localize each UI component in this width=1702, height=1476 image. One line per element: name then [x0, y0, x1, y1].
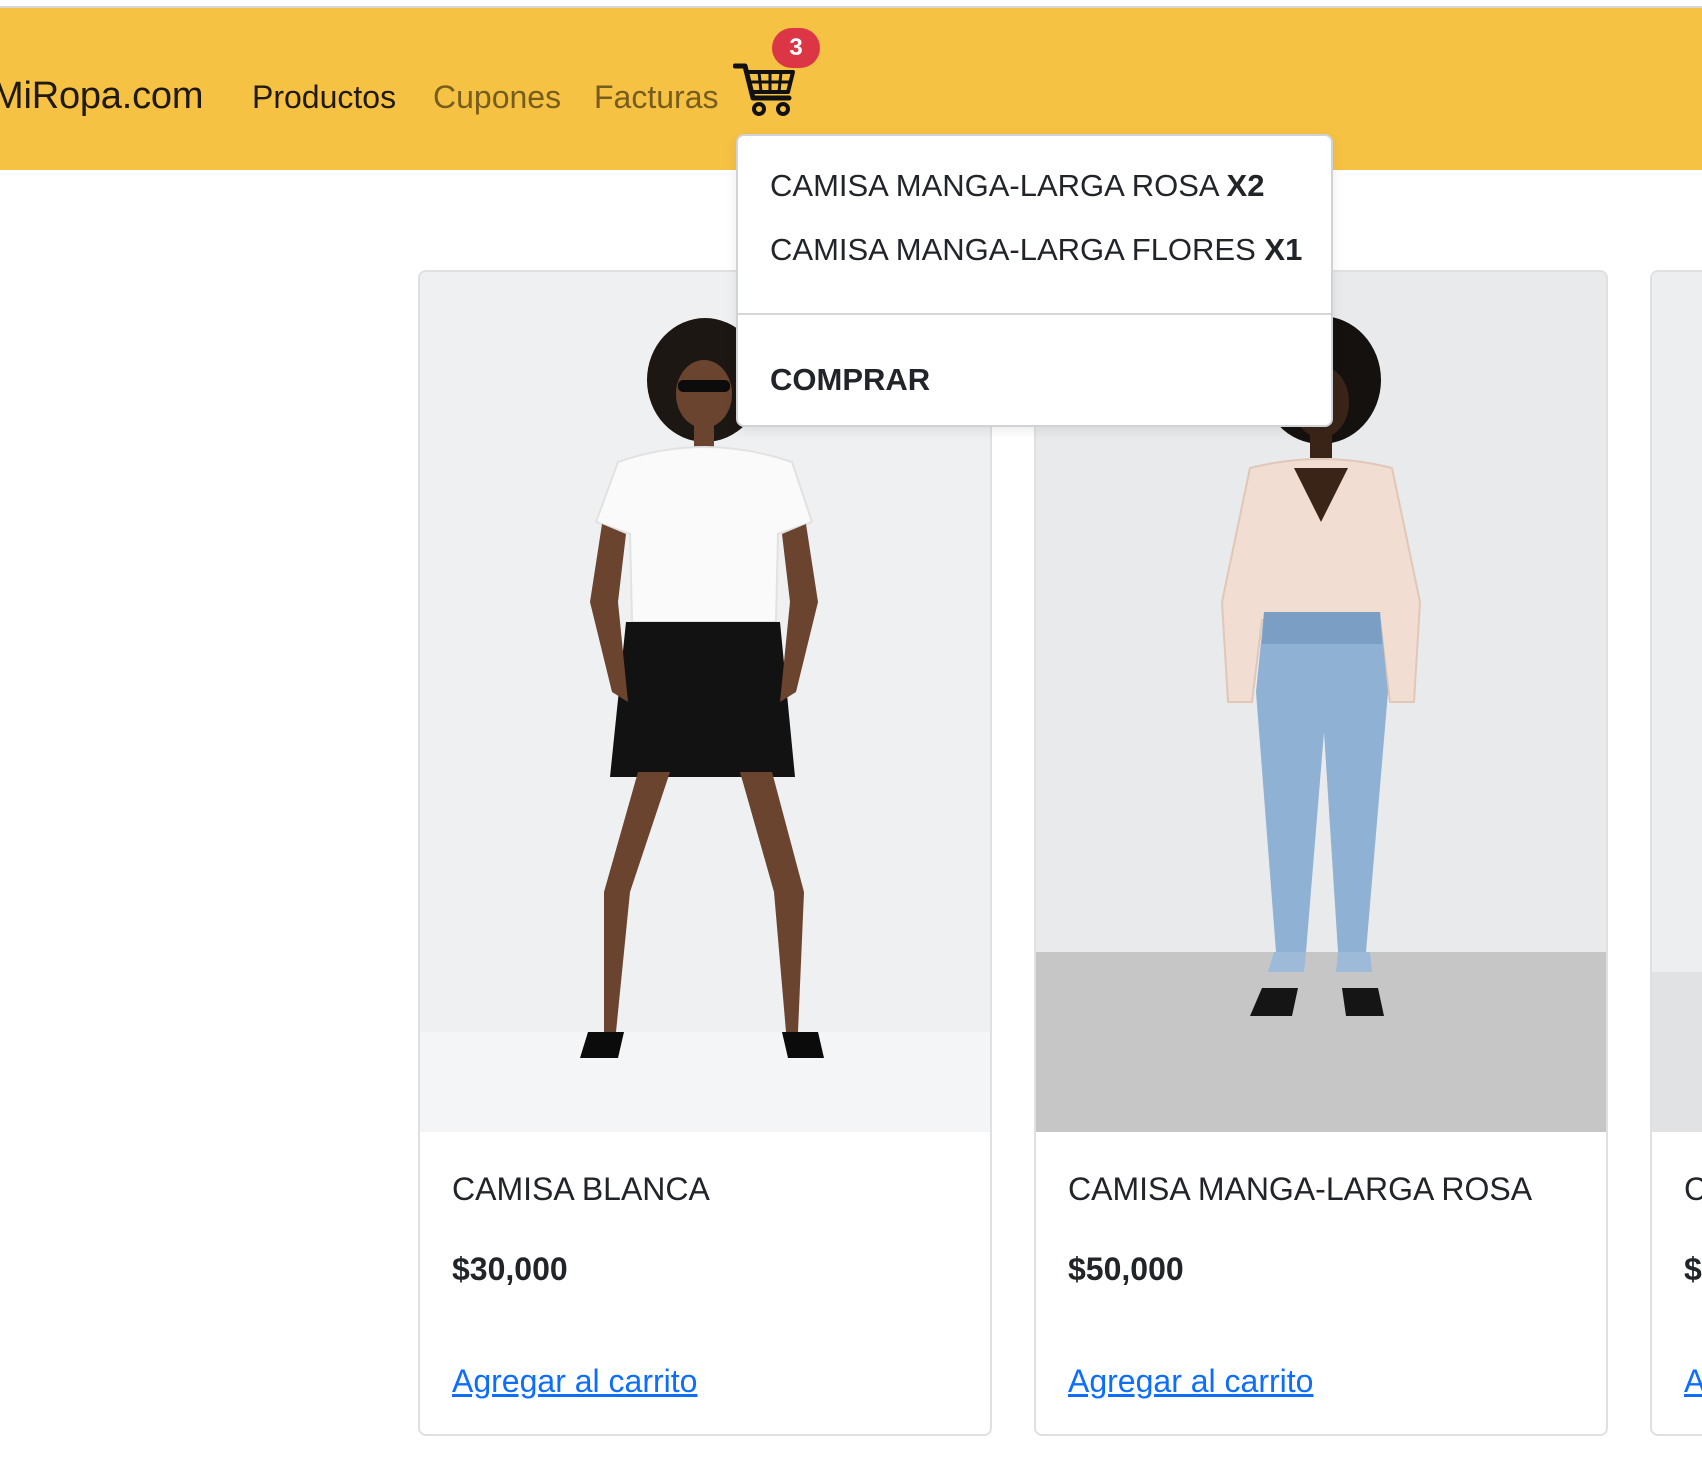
brand-logo[interactable]: MiRopa.com [0, 72, 203, 120]
nav-link-productos[interactable]: Productos [252, 75, 396, 119]
product-image[interactable] [1652, 272, 1702, 1132]
product-card: C $ A [1650, 270, 1702, 1436]
add-to-cart-link[interactable]: A [1684, 1360, 1702, 1402]
product-title: CAMISA MANGA-LARGA ROSA [1068, 1171, 1533, 1207]
add-to-cart-link[interactable]: Agregar al carrito [1068, 1360, 1313, 1402]
cart-item-quantity: X2 [1226, 168, 1265, 203]
product-price: $30,000 [452, 1251, 568, 1287]
dropdown-divider [738, 313, 1331, 315]
product-price: $ [1684, 1251, 1702, 1287]
cart-dropdown-menu: CAMISA MANGA-LARGA ROSA X2 CAMISA MANGA-… [736, 134, 1333, 427]
cart-item[interactable]: CAMISA MANGA-LARGA ROSA X2 [770, 166, 1264, 206]
cart-item[interactable]: CAMISA MANGA-LARGA FLORES X1 [770, 230, 1302, 270]
product-price: $50,000 [1068, 1251, 1184, 1287]
add-to-cart-link[interactable]: Agregar al carrito [452, 1360, 697, 1402]
product-title: C [1684, 1168, 1702, 1210]
product-title: CAMISA BLANCA [452, 1171, 710, 1207]
nav-link-facturas[interactable]: Facturas [594, 75, 718, 119]
browser-top-strip [0, 0, 1702, 8]
buy-button[interactable]: COMPRAR [770, 360, 930, 400]
product-card: CAMISA MANGA-LARGA ROSA $50,000 Agregar … [1034, 270, 1608, 1436]
cart-item-quantity: X1 [1264, 232, 1303, 267]
cart-item-name: CAMISA MANGA-LARGA FLORES [770, 232, 1256, 267]
nav-link-cupones[interactable]: Cupones [433, 75, 561, 119]
cart-item-name: CAMISA MANGA-LARGA ROSA [770, 168, 1218, 203]
cart-count-badge: 3 [772, 28, 820, 68]
product-card: CAMISA BLANCA $30,000 Agregar al carrito [418, 270, 992, 1436]
